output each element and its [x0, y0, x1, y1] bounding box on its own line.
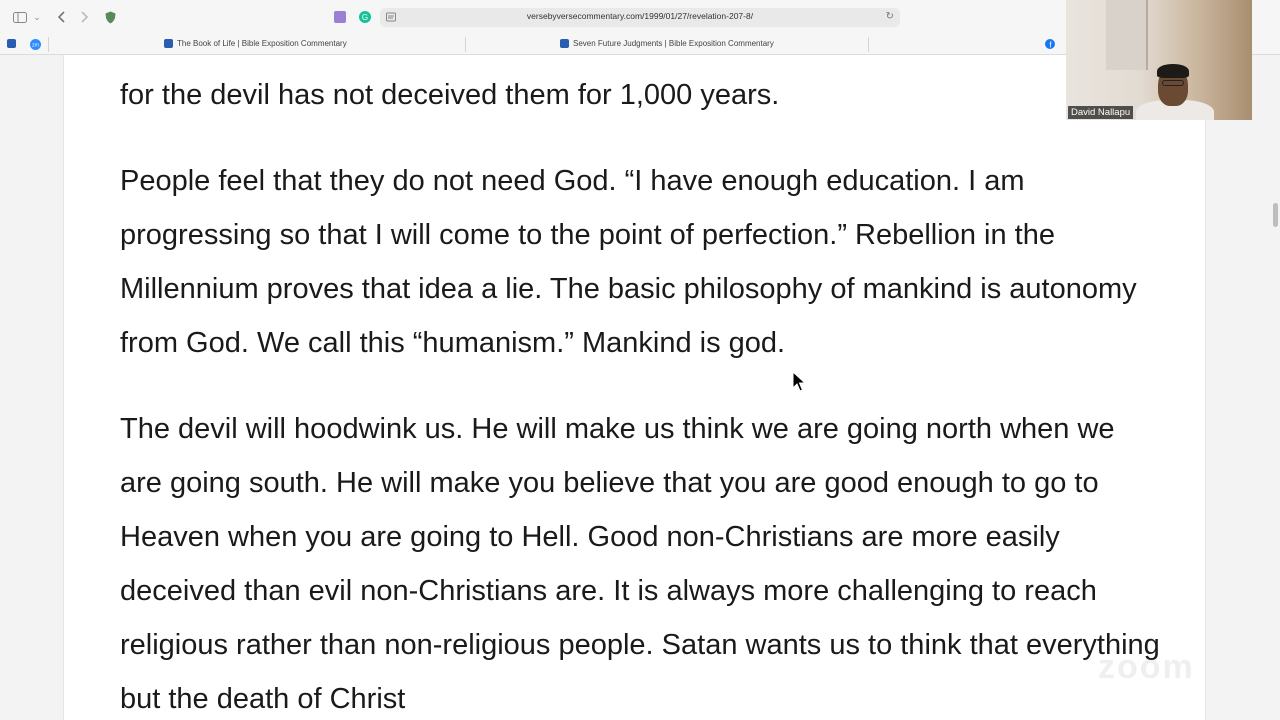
mouse-cursor-icon	[792, 371, 806, 392]
video-cabinet	[1106, 0, 1148, 70]
article-paragraph: The devil will hoodwink us. He will make…	[120, 413, 1160, 715]
article-paragraph: People feel that they do not need God. “…	[120, 165, 1137, 359]
bookmark-label: The Book of Life | Bible Exposition Comm…	[177, 39, 347, 48]
extension-icon[interactable]	[333, 9, 347, 25]
svg-text:G: G	[362, 13, 368, 22]
shield-icon[interactable]	[103, 9, 117, 25]
bookmark-book-of-life[interactable]: The Book of Life | Bible Exposition Comm…	[164, 39, 347, 48]
person-hair	[1157, 64, 1189, 78]
url-text: versebyversecommentary.com/1999/01/27/re…	[526, 11, 754, 21]
article-paragraph-partial: for the devil has not deceived them for …	[120, 79, 780, 111]
zoom-bookmark-icon[interactable]: zm	[30, 39, 41, 50]
scrollbar-track[interactable]	[1270, 55, 1280, 720]
glasses	[1162, 80, 1184, 86]
bookmark-divider	[465, 37, 466, 52]
facebook-bookmark-icon[interactable]: f	[1045, 39, 1055, 49]
address-bar[interactable]: versebyversecommentary.com/1999/01/27/re…	[380, 8, 900, 27]
bible-favicon-icon	[560, 39, 569, 48]
participant-name: David Nallapu	[1068, 106, 1134, 119]
participant-video[interactable]: David Nallapu	[1066, 0, 1252, 120]
sidebar-toggle-icon[interactable]	[12, 9, 28, 25]
scrollbar-thumb[interactable]	[1273, 203, 1278, 227]
forward-arrow-icon[interactable]	[78, 9, 92, 25]
bookmark-seven-judgments[interactable]: Seven Future Judgments | Bible Expositio…	[560, 39, 774, 48]
bible-favicon-icon	[7, 39, 16, 48]
bookmark-divider	[868, 37, 869, 52]
chevron-down-icon[interactable]: ⌄	[32, 9, 42, 25]
bookmark-divider	[48, 37, 49, 52]
svg-text:zm: zm	[32, 43, 39, 49]
bookmark-icon[interactable]	[7, 39, 16, 48]
reload-icon[interactable]: ↻	[886, 11, 894, 22]
bible-favicon-icon	[164, 39, 173, 48]
bookmark-label: Seven Future Judgments | Bible Expositio…	[573, 39, 774, 48]
back-arrow-icon[interactable]	[54, 9, 68, 25]
zoom-watermark: zoom	[1098, 648, 1195, 686]
grammarly-icon[interactable]: G	[358, 9, 372, 25]
